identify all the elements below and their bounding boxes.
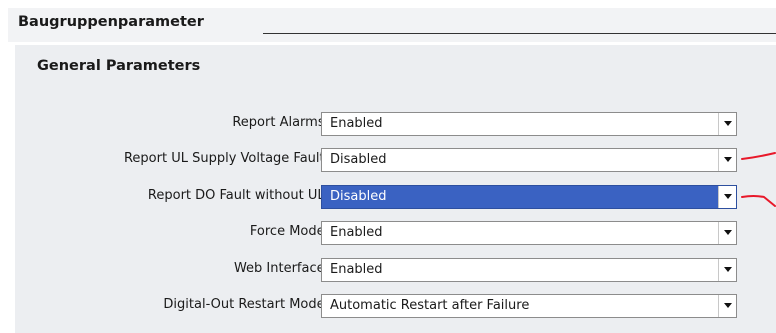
dropdown-value: Enabled	[330, 116, 383, 131]
general-parameters-group: General Parameters Report Alarms: Enable…	[15, 45, 776, 333]
param-label: Force Mode:	[249, 224, 329, 239]
chevron-down-icon[interactable]	[718, 222, 736, 244]
section-header: Baugruppenparameter	[8, 8, 776, 42]
param-label: Web Interface:	[233, 261, 329, 276]
web-interface-dropdown[interactable]: Enabled	[321, 258, 737, 282]
dropdown-value: Disabled	[330, 189, 387, 204]
param-row-web-interface: Web Interface: Enabled	[15, 258, 776, 282]
chevron-down-icon[interactable]	[718, 113, 736, 135]
report-do-fault-without-ul-dropdown[interactable]: Disabled	[321, 185, 737, 209]
annotation-mark-icon	[741, 195, 776, 207]
force-mode-dropdown[interactable]: Enabled	[321, 221, 737, 245]
report-alarms-dropdown[interactable]: Enabled	[321, 112, 737, 136]
dropdown-value: Enabled	[330, 262, 383, 277]
dropdown-value: Automatic Restart after Failure	[330, 298, 530, 313]
param-label: Report DO Fault without UL:	[147, 188, 329, 203]
param-label: Report Alarms:	[232, 115, 329, 130]
report-ul-supply-voltage-fault-dropdown[interactable]: Disabled	[321, 148, 737, 172]
param-row-report-ul-supply-voltage-fault: Report UL Supply Voltage Fault: Disabled	[15, 148, 776, 172]
dropdown-value: Enabled	[330, 225, 383, 240]
chevron-down-icon[interactable]	[718, 295, 736, 317]
dropdown-value: Disabled	[330, 152, 387, 167]
group-title: General Parameters	[37, 58, 201, 74]
annotation-mark-icon	[741, 152, 776, 160]
chevron-down-icon[interactable]	[718, 259, 736, 281]
chevron-down-icon[interactable]	[718, 186, 736, 208]
param-label: Digital-Out Restart Mode:	[163, 297, 329, 312]
param-row-force-mode: Force Mode: Enabled	[15, 221, 776, 245]
chevron-down-icon[interactable]	[718, 149, 736, 171]
digital-out-restart-mode-dropdown[interactable]: Automatic Restart after Failure	[321, 294, 737, 318]
section-title: Baugruppenparameter	[18, 14, 204, 30]
title-underline	[263, 33, 776, 34]
param-row-report-do-fault-without-ul: Report DO Fault without UL: Disabled	[15, 185, 776, 209]
param-row-digital-out-restart-mode: Digital-Out Restart Mode: Automatic Rest…	[15, 294, 776, 318]
param-row-report-alarms: Report Alarms: Enabled	[15, 112, 776, 136]
param-label: Report UL Supply Voltage Fault:	[123, 151, 329, 166]
